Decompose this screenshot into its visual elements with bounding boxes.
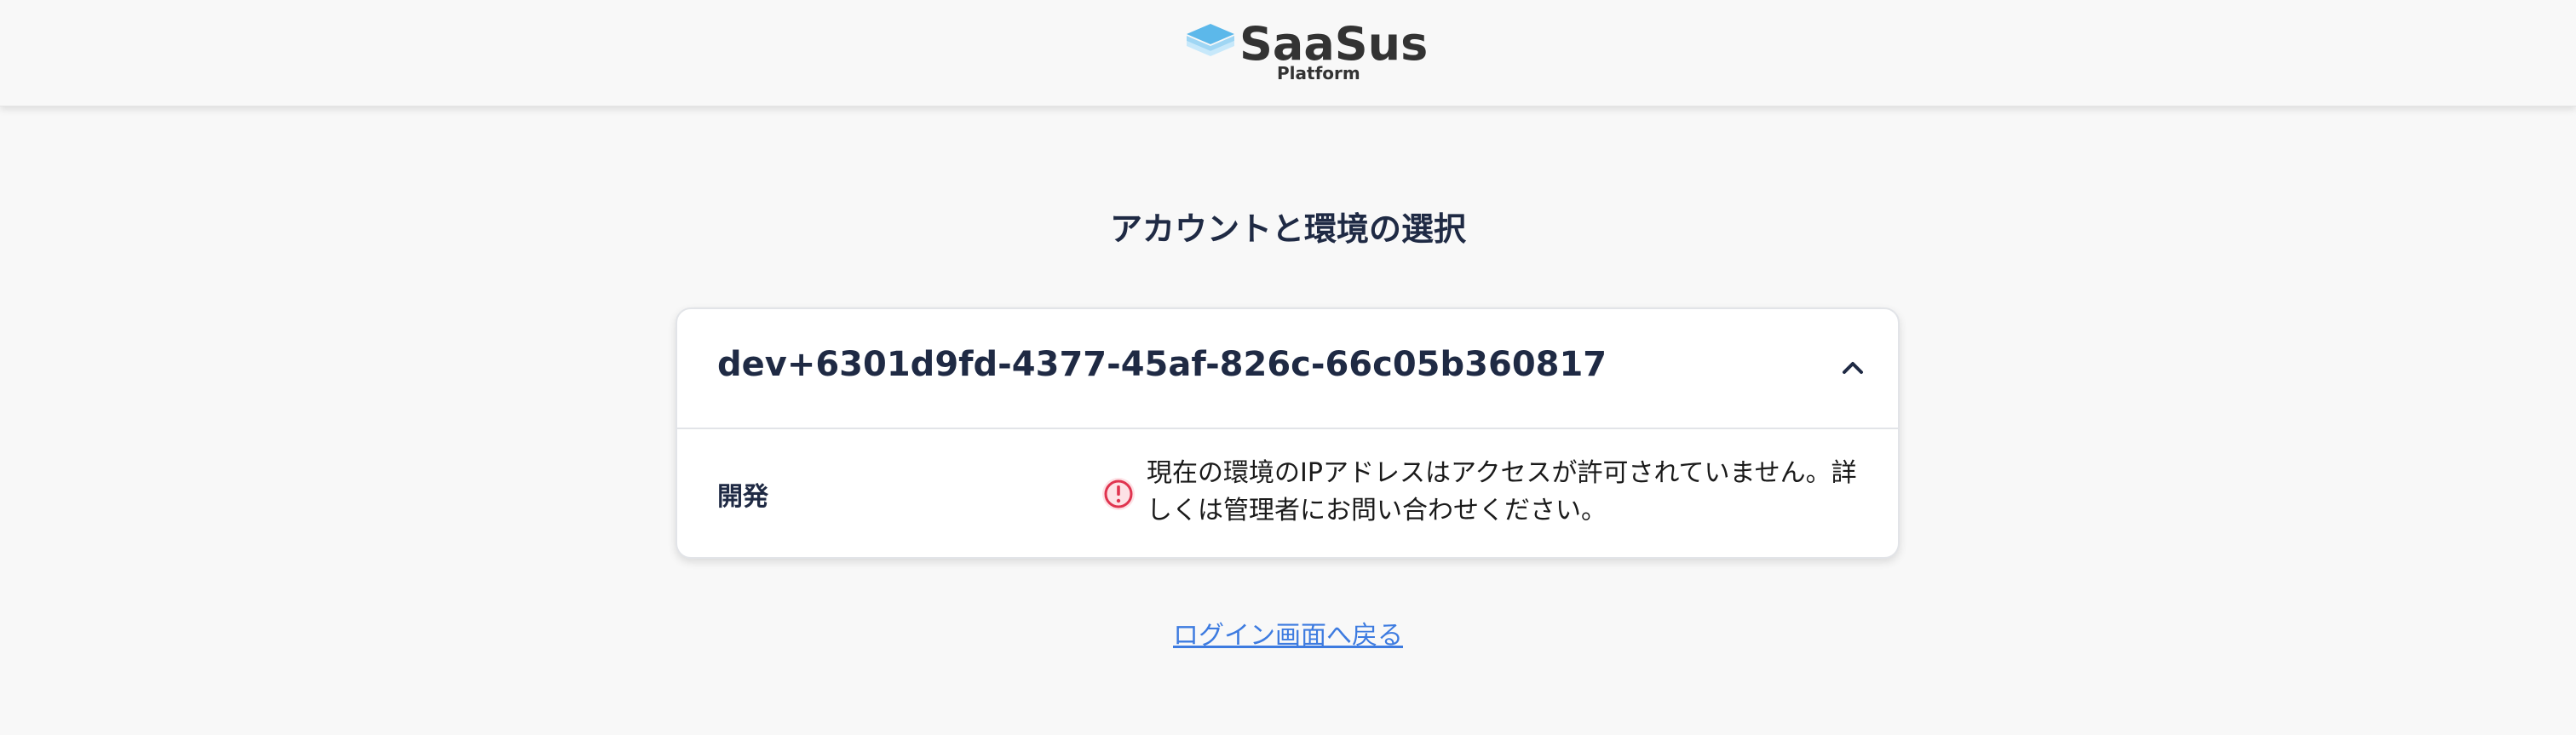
access-denied-message: 現在の環境のIPアドレスはアクセスが許可されていません。詳しくは管理者にお問い合… — [1147, 458, 1857, 525]
chevron-up-icon[interactable] — [1840, 355, 1866, 381]
logo-subtitle: Platform — [1277, 63, 1360, 83]
back-link-wrapper: ログイン画面へ戻る — [0, 614, 2576, 652]
stacked-layers-logo-icon — [1187, 24, 1234, 56]
header: SaaSus Platform — [0, 0, 2576, 106]
back-to-login-link[interactable]: ログイン画面へ戻る — [1173, 621, 1403, 651]
account-id: dev+6301d9fd-4377-45af-826c-66c05b360817 — [717, 345, 1607, 384]
environment-name: 開発 — [717, 482, 768, 512]
account-card: dev+6301d9fd-4377-45af-826c-66c05b360817… — [676, 307, 1900, 559]
environment-row: 開発 現在の環境のIPアドレスはアクセスが許可されていません。詳しくは管理者にお… — [677, 429, 1898, 557]
error-circle-icon — [1102, 478, 1135, 510]
page-title: アカウントと環境の選択 — [1109, 210, 1466, 248]
account-header-toggle[interactable]: dev+6301d9fd-4377-45af-826c-66c05b360817 — [677, 309, 1898, 429]
logo: SaaSus Platform — [1187, 17, 1428, 83]
